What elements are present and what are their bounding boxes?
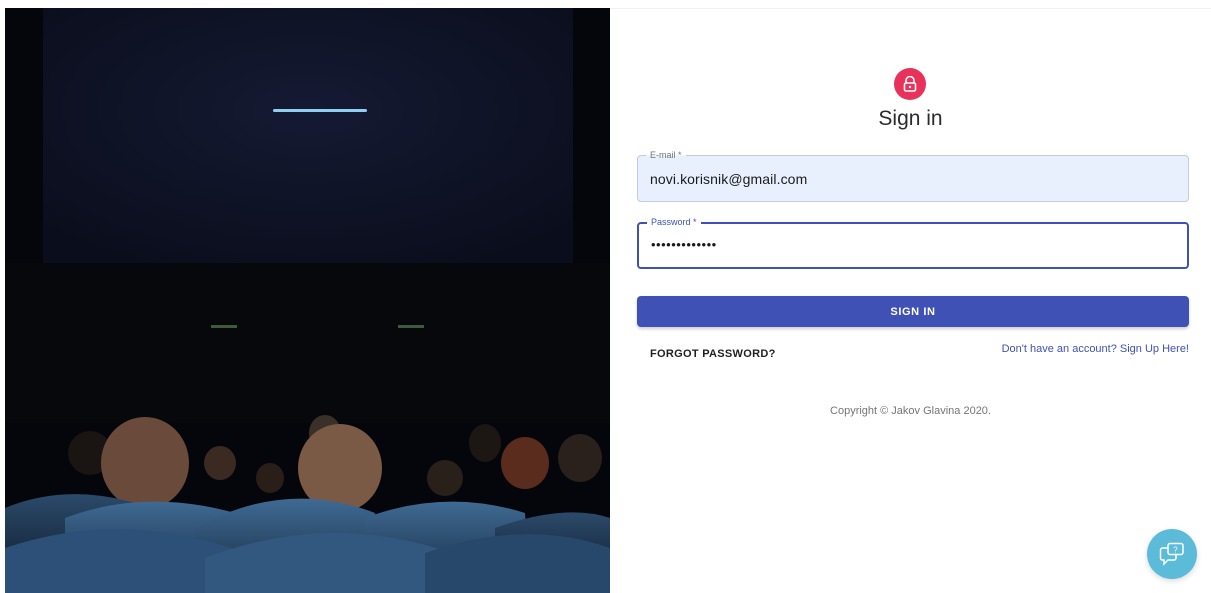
sign-up-link[interactable]: Don't have an account? Sign Up Here! [1002, 343, 1189, 355]
hero-image [5, 8, 610, 593]
chat-help-button[interactable]: ? [1147, 529, 1197, 579]
cinema-photo [5, 8, 610, 593]
password-input[interactable]: ••••••••••••• [651, 237, 1171, 252]
email-field-label: E-mail * [646, 149, 686, 161]
email-field[interactable]: E-mail * [637, 149, 1189, 202]
sign-in-button[interactable]: SIGN IN [637, 296, 1189, 327]
forgot-password-link[interactable]: FORGOT PASSWORD? [650, 348, 776, 360]
divider [610, 8, 1211, 9]
copyright-text: Copyright © Jakov Glavina 2020. [830, 405, 991, 417]
lock-icon [894, 68, 926, 100]
page-title: Sign in [878, 107, 943, 130]
password-field[interactable]: Password * ••••••••••••• [637, 216, 1189, 269]
password-field-label: Password * [647, 216, 701, 228]
sign-in-panel: Sign in E-mail * Password * ••••••••••••… [610, 0, 1211, 593]
svg-text:?: ? [1173, 546, 1178, 555]
chat-help-icon: ? [1159, 542, 1184, 566]
email-input[interactable] [650, 171, 1170, 187]
